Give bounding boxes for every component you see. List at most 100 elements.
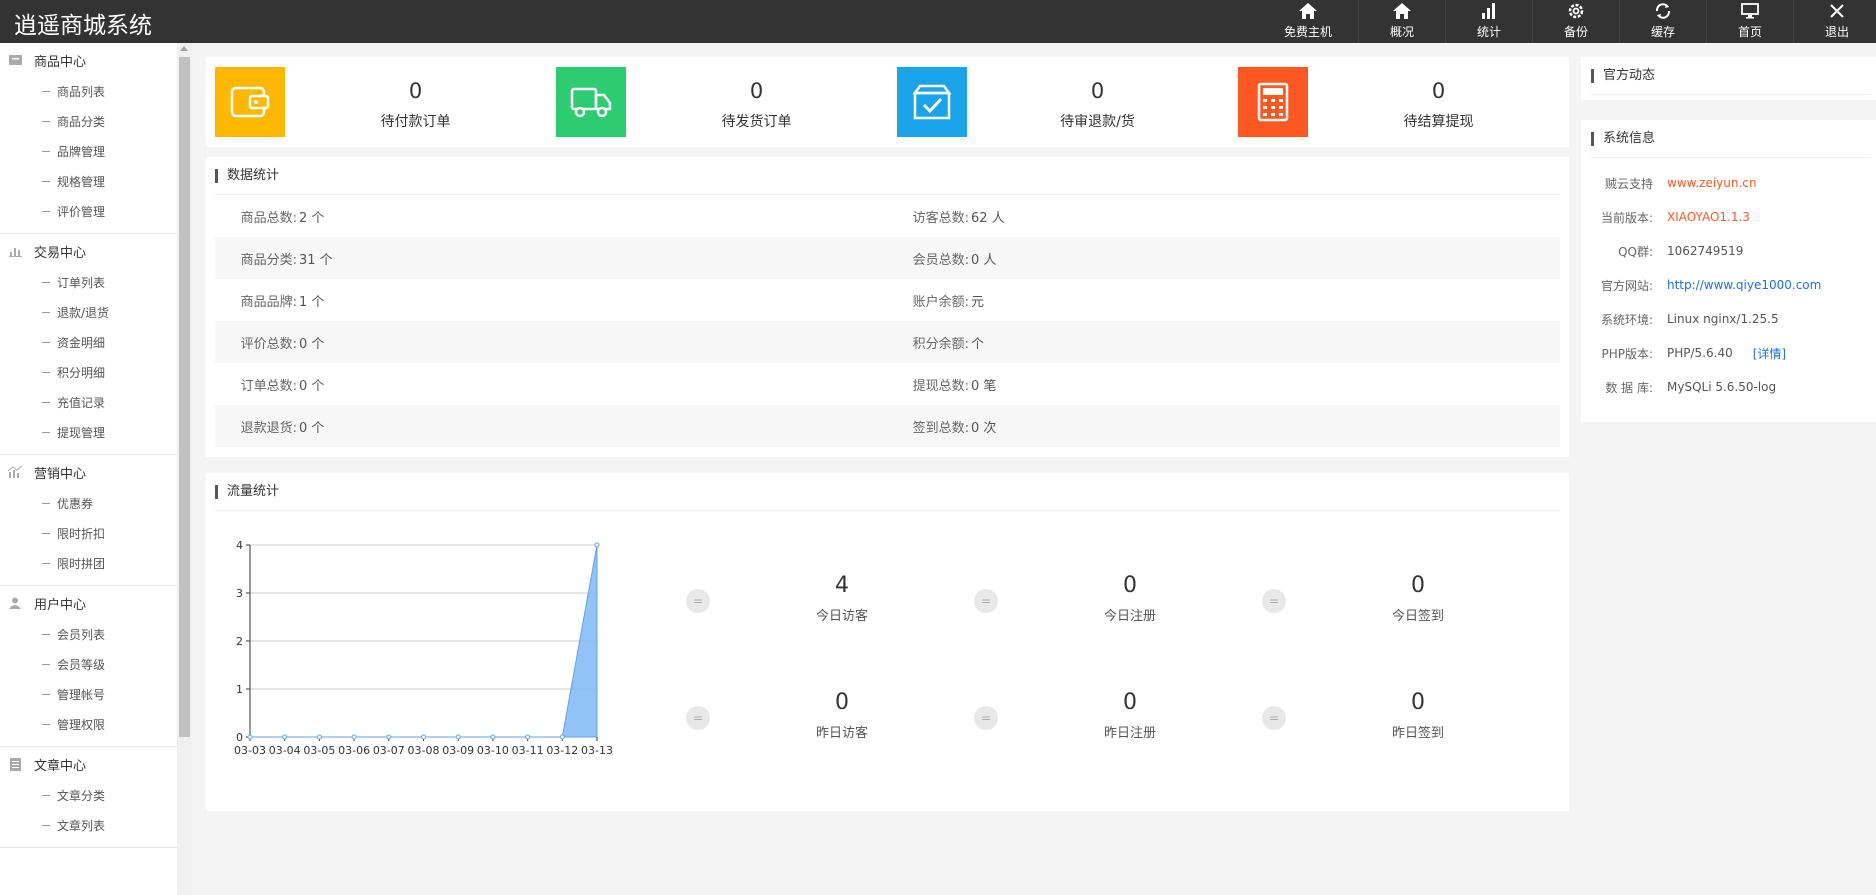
- sidebar-item-article-category[interactable]: 文章分类: [0, 781, 177, 811]
- x-tick-label: 03-07: [373, 744, 405, 757]
- nav-label: 统计: [1476, 25, 1501, 39]
- stat-pending-payment[interactable]: 0 待付款订单: [206, 67, 546, 137]
- wallet-icon: [215, 67, 285, 137]
- stat-label: 待付款订单: [380, 114, 451, 130]
- menu-group-label: 用户中心: [34, 597, 87, 613]
- table-row: 退款退货: 0 个 签到总数: 0 次: [215, 405, 1560, 447]
- stat-pending-withdraw[interactable]: 0 待结算提现: [1229, 67, 1569, 137]
- sidebar-scrollbar[interactable]: [177, 43, 192, 895]
- gear-icon: [1565, 0, 1587, 22]
- menu-group-title[interactable]: 用户中心: [0, 586, 177, 620]
- support-link[interactable]: www.zeiyun.cn: [1667, 176, 1757, 190]
- section-title: 流量统计: [215, 473, 1560, 511]
- nav-label: 免费主机: [1283, 25, 1332, 39]
- sidebar-item-members[interactable]: 会员列表: [0, 620, 177, 650]
- sidebar-item-brand[interactable]: 品牌管理: [0, 137, 177, 167]
- close-icon: [1826, 0, 1848, 22]
- sidebar-item-review[interactable]: 评价管理: [0, 197, 177, 227]
- info-row: 数 据 库: MySQLi 5.6.50-log: [1605, 380, 1777, 395]
- stat-pending-refund[interactable]: 0 待审退款/货: [888, 67, 1228, 137]
- stat-value: 0: [1090, 79, 1105, 103]
- nav-statistics[interactable]: 统计: [1445, 0, 1532, 43]
- x-tick-label: 03-11: [512, 744, 544, 757]
- sidebar-item-recharge[interactable]: 充值记录: [0, 388, 177, 418]
- traffic-stats-card: 流量统计 0 1 2 3 4 03-03 03-04 03-05 03-06 03-07 03-08…: [206, 473, 1569, 811]
- sidebar-item-withdraw[interactable]: 提现管理: [0, 418, 177, 448]
- official-site-link[interactable]: http://www.qiye1000.com: [1667, 278, 1821, 292]
- stat-yesterday-visitors: = 0 昨日访客: [686, 690, 974, 750]
- equals-icon: =: [1262, 706, 1286, 730]
- sidebar-item-admin-accounts[interactable]: 管理帐号: [0, 680, 177, 710]
- stat-value: 0: [1431, 79, 1446, 103]
- sidebar-item-orders[interactable]: 订单列表: [0, 268, 177, 298]
- sidebar-menu: 商品中心 商品列表 商品分类 品牌管理 规格管理 评价管理 交易中心 订单列表 …: [0, 43, 177, 848]
- php-detail-link[interactable]: [详情]: [1753, 345, 1786, 362]
- stat-pending-delivery[interactable]: 0 待发货订单: [547, 67, 887, 137]
- menu-group-user: 用户中心 会员列表 会员等级 管理帐号 管理权限: [0, 586, 177, 747]
- sidebar-item-coupon[interactable]: 优惠券: [0, 489, 177, 519]
- sidebar-item-goods-list[interactable]: 商品列表: [0, 77, 177, 107]
- menu-group-label: 商品中心: [34, 54, 87, 70]
- section-title: 数据统计: [215, 157, 1560, 195]
- sidebar-item-groupbuy[interactable]: 限时拼团: [0, 549, 177, 579]
- stat-today-signin: = 0 今日签到: [1262, 573, 1550, 633]
- sidebar-item-permissions[interactable]: 管理权限: [0, 710, 177, 740]
- sidebar-item-spec[interactable]: 规格管理: [0, 167, 177, 197]
- nav-free-host[interactable]: 免费主机: [1258, 0, 1358, 43]
- nav-homepage[interactable]: 首页: [1706, 0, 1793, 43]
- scrollbar-thumb[interactable]: [179, 57, 190, 737]
- data-point: [455, 734, 461, 740]
- menu-group-title[interactable]: 商品中心: [0, 43, 177, 77]
- document-icon: [8, 757, 22, 771]
- table-row: 评价总数: 0 个 积分余额: 个: [215, 321, 1560, 363]
- table-row: 商品总数: 2 个 访客总数: 62 人: [240, 210, 1005, 226]
- nav-cache[interactable]: 缓存: [1619, 0, 1706, 43]
- menu-group-label: 文章中心: [34, 758, 87, 774]
- sidebar-item-goods-category[interactable]: 商品分类: [0, 107, 177, 137]
- chart-icon: [8, 465, 22, 479]
- equals-icon: =: [974, 589, 998, 613]
- y-tick-label: 2: [236, 635, 243, 648]
- stat-value: 0: [749, 79, 764, 103]
- data-stats-table: 商品总数: 2 个 访客总数: 62 人 商品分类: 31 个 会员总数: 0 人 商品…: [215, 195, 1560, 447]
- traffic-summary: = 4 今日访客 = 0 今日注册 = 0 今日签到 = 0 昨日访客 = 0 …: [686, 573, 1556, 773]
- nav-label: 缓存: [1650, 25, 1675, 39]
- home-icon: [1391, 0, 1413, 22]
- menu-group-title[interactable]: 文章中心: [0, 747, 177, 781]
- x-tick-label: 03-10: [477, 744, 509, 757]
- sidebar-item-article-list[interactable]: 文章列表: [0, 811, 177, 841]
- home-icon: [1297, 0, 1319, 22]
- menu-group-title[interactable]: 营销中心: [0, 455, 177, 489]
- traffic-chart: 0 1 2 3 4 03-03 03-04 03-05 03-06 03-07 03-08 03-09…: [234, 539, 613, 757]
- data-point: [282, 734, 288, 740]
- menu-group-title[interactable]: 交易中心: [0, 234, 177, 268]
- info-row: 官方网站: http://www.qiye1000.com: [1600, 278, 1822, 293]
- sidebar-item-refund[interactable]: 退款/退货: [0, 298, 177, 328]
- app-title: 逍遥商城系统: [14, 13, 152, 39]
- info-row: PHP版本: PHP/5.6.40 [详情]: [1601, 345, 1787, 362]
- folder-icon: [8, 53, 22, 67]
- menu-group-trade: 交易中心 订单列表 退款/退货 资金明细 积分明细 充值记录 提现管理: [0, 234, 177, 455]
- sidebar-item-points[interactable]: 积分明细: [0, 358, 177, 388]
- system-info-list: 贼云支持 www.zeiyun.cn 当前版本: XIAOYAO1.1.3 QQ群:…: [1581, 158, 1876, 404]
- data-stats-card: 数据统计 商品总数: 2 个 访客总数: 62 人 商品分类: 31 个 会员总数: 0…: [206, 157, 1569, 457]
- scroll-up-arrow-icon[interactable]: [180, 46, 188, 51]
- x-tick-label: 03-13: [581, 744, 613, 757]
- bar-chart-icon: [8, 244, 22, 258]
- x-tick-label: 03-09: [442, 744, 474, 757]
- sidebar-item-discount[interactable]: 限时折扣: [0, 519, 177, 549]
- info-row: 系统环境: Linux nginx/1.25.5: [1600, 312, 1779, 327]
- y-tick-label: 1: [236, 683, 243, 696]
- data-point: [247, 734, 253, 740]
- sidebar-item-funds[interactable]: 资金明细: [0, 328, 177, 358]
- nav-overview[interactable]: 概况: [1358, 0, 1445, 43]
- user-icon: [8, 596, 22, 610]
- sidebar-item-member-level[interactable]: 会员等级: [0, 650, 177, 680]
- stat-yesterday-signin: = 0 昨日签到: [1262, 690, 1550, 750]
- info-row: 当前版本: XIAOYAO1.1.3: [1600, 210, 1750, 225]
- data-point: [490, 734, 496, 740]
- nav-backup[interactable]: 备份: [1532, 0, 1619, 43]
- nav-logout[interactable]: 退出: [1793, 0, 1876, 43]
- section-title: 官方动态: [1591, 57, 1871, 95]
- pending-stats-card: 0 待付款订单 0 待发货订单 0 待审退款/货 0 待结算提现: [206, 57, 1569, 147]
